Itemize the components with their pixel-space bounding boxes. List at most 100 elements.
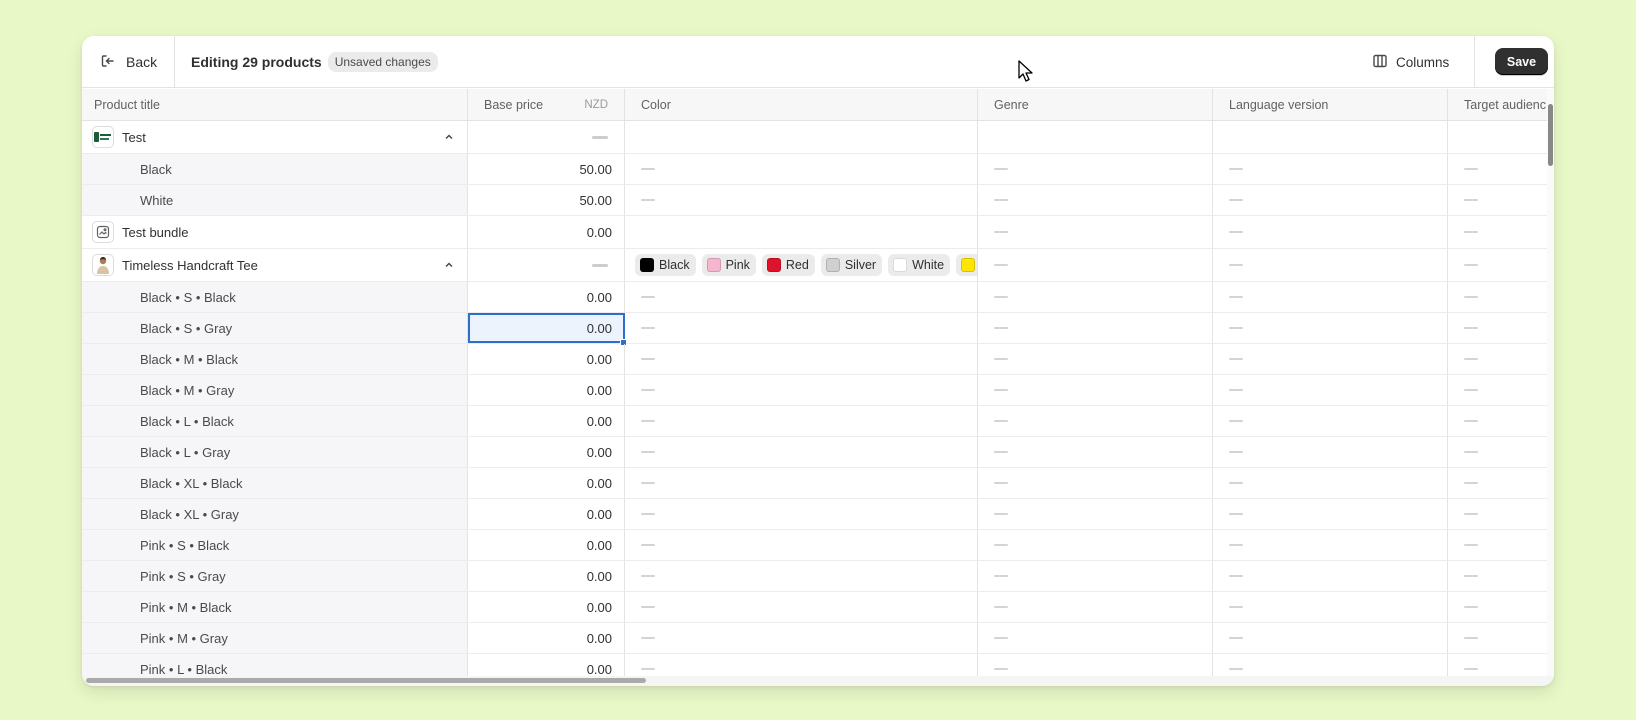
color-cell[interactable] [625,216,978,248]
column-header-color[interactable]: Color [625,89,978,121]
language-version-cell[interactable] [1213,375,1448,405]
language-version-cell[interactable] [1213,530,1448,560]
color-cell[interactable] [625,282,978,312]
target-audience-cell[interactable] [1448,592,1547,622]
base-price-cell[interactable]: 0.00 [468,623,625,653]
genre-cell[interactable] [978,313,1213,343]
variant-title-cell[interactable]: White [82,185,468,215]
variant-title-cell[interactable]: Black • S • Gray [82,313,468,343]
color-cell[interactable] [625,561,978,591]
base-price-cell[interactable]: 50.00 [468,154,625,184]
columns-button[interactable]: Columns [1372,36,1449,88]
variant-title-cell[interactable]: Black [82,154,468,184]
chevron-up-icon[interactable] [443,131,455,143]
save-button[interactable]: Save [1495,48,1548,75]
variant-title-cell[interactable]: Black • XL • Black [82,468,468,498]
genre-cell[interactable] [978,344,1213,374]
variant-title-cell[interactable]: Pink • M • Gray [82,623,468,653]
base-price-cell[interactable]: 0.00 [468,375,625,405]
target-audience-cell[interactable] [1448,654,1547,676]
variant-title-cell[interactable]: Black • L • Gray [82,437,468,467]
genre-cell[interactable] [978,249,1213,281]
genre-cell[interactable] [978,154,1213,184]
color-cell[interactable] [625,499,978,529]
language-version-cell[interactable] [1213,282,1448,312]
language-version-cell[interactable] [1213,499,1448,529]
color-cell[interactable] [625,437,978,467]
color-cell[interactable] [625,154,978,184]
genre-cell[interactable] [978,375,1213,405]
color-cell[interactable] [625,344,978,374]
genre-cell[interactable] [978,468,1213,498]
horizontal-scrollbar-thumb[interactable] [86,678,646,683]
target-audience-cell[interactable] [1448,530,1547,560]
genre-cell[interactable] [978,623,1213,653]
target-audience-cell[interactable] [1448,375,1547,405]
language-version-cell[interactable] [1213,313,1448,343]
genre-cell[interactable] [978,437,1213,467]
genre-cell[interactable] [978,185,1213,215]
language-version-cell[interactable] [1213,468,1448,498]
color-cell[interactable] [625,406,978,436]
column-header-language-version[interactable]: Language version [1213,89,1448,121]
vertical-scrollbar-thumb[interactable] [1548,104,1553,166]
column-header-product-title[interactable]: Product title [82,89,468,121]
language-version-cell[interactable] [1213,344,1448,374]
column-header-target-audience[interactable]: Target audienc [1448,89,1547,121]
target-audience-cell[interactable] [1448,561,1547,591]
language-version-cell[interactable] [1213,154,1448,184]
language-version-cell[interactable] [1213,185,1448,215]
color-cell[interactable] [625,592,978,622]
variant-title-cell[interactable]: Black • M • Gray [82,375,468,405]
language-version-cell[interactable] [1213,592,1448,622]
variant-title-cell[interactable]: Black • M • Black [82,344,468,374]
base-price-cell[interactable]: 0.00 [468,344,625,374]
target-audience-cell[interactable] [1448,468,1547,498]
base-price-cell[interactable] [468,249,625,281]
color-cell[interactable] [625,468,978,498]
variant-title-cell[interactable]: Black • S • Black [82,282,468,312]
base-price-cell[interactable]: 0.00 [468,561,625,591]
color-cell[interactable] [625,654,978,676]
base-price-cell-selected[interactable]: 0.00 [468,313,625,343]
target-audience-cell[interactable] [1448,216,1547,248]
target-audience-cell[interactable] [1448,121,1547,153]
variant-title-cell[interactable]: Pink • S • Black [82,530,468,560]
base-price-cell[interactable]: 0.00 [468,216,625,248]
language-version-cell[interactable] [1213,249,1448,281]
variant-title-cell[interactable]: Black • XL • Gray [82,499,468,529]
color-cell[interactable] [625,623,978,653]
genre-cell[interactable] [978,592,1213,622]
genre-cell[interactable] [978,216,1213,248]
genre-cell[interactable] [978,561,1213,591]
chevron-up-icon[interactable] [443,259,455,271]
target-audience-cell[interactable] [1448,499,1547,529]
genre-cell[interactable] [978,530,1213,560]
genre-cell[interactable] [978,654,1213,676]
back-button[interactable]: Back [82,36,175,88]
genre-cell[interactable] [978,499,1213,529]
target-audience-cell[interactable] [1448,249,1547,281]
color-cell[interactable] [625,375,978,405]
color-cell[interactable] [625,185,978,215]
color-cell[interactable] [625,530,978,560]
target-audience-cell[interactable] [1448,313,1547,343]
base-price-cell[interactable]: 0.00 [468,406,625,436]
product-title-cell[interactable]: Test bundle [82,216,468,248]
target-audience-cell[interactable] [1448,154,1547,184]
product-title-cell[interactable]: Test [82,121,468,153]
base-price-cell[interactable]: 0.00 [468,592,625,622]
base-price-cell[interactable]: 0.00 [468,282,625,312]
base-price-cell[interactable]: 0.00 [468,437,625,467]
variant-title-cell[interactable]: Pink • S • Gray [82,561,468,591]
color-cell[interactable] [625,121,978,153]
variant-title-cell[interactable]: Black • L • Black [82,406,468,436]
color-cell[interactable]: Black Pink Red Silver White Y [625,249,978,281]
genre-cell[interactable] [978,406,1213,436]
base-price-cell[interactable]: 0.00 [468,499,625,529]
base-price-cell[interactable] [468,121,625,153]
column-header-genre[interactable]: Genre [978,89,1213,121]
language-version-cell[interactable] [1213,561,1448,591]
target-audience-cell[interactable] [1448,282,1547,312]
column-header-base-price[interactable]: Base price NZD [468,89,625,121]
